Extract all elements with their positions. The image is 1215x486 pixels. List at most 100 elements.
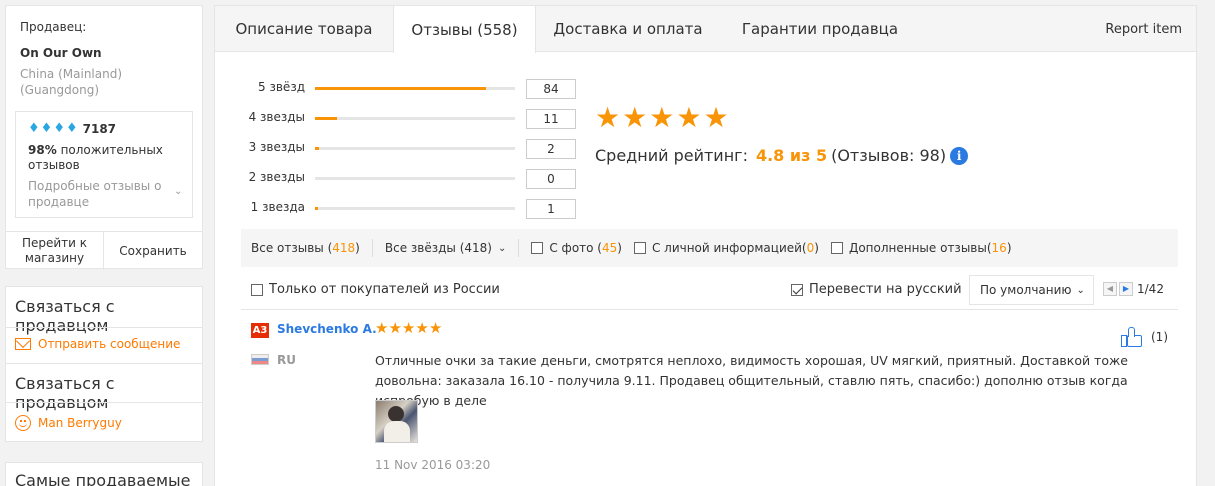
rating-count: 2 — [526, 139, 576, 159]
tab-reviews[interactable]: Отзывы (558) — [393, 6, 536, 53]
close-paren: ) — [1006, 241, 1012, 255]
rating-count: 1 — [526, 199, 576, 219]
filter-with-photo[interactable]: С фото (45) — [531, 241, 622, 255]
filter-all-reviews[interactable]: Все отзывы (418) — [251, 241, 360, 255]
reviewer-country: RU — [277, 353, 296, 367]
seller-feedback-link[interactable]: Подробные отзывы о продавце — [28, 178, 173, 210]
star-icon: ★ — [622, 101, 648, 134]
review-stars: ★ ★ ★ ★ ★ — [375, 319, 442, 337]
review-photo[interactable] — [375, 400, 418, 443]
filter-stars-dropdown[interactable]: Все звёзды (418) ⌄ — [385, 241, 507, 255]
checkbox[interactable] — [531, 242, 544, 254]
send-message-link[interactable]: Отправить сообщение — [15, 337, 180, 351]
filter-personal-info[interactable]: С личной информацией(0) — [633, 241, 819, 255]
rating-bar — [315, 147, 515, 150]
divider — [371, 239, 373, 257]
checkbox[interactable] — [251, 283, 263, 296]
star-icon: ★ — [676, 101, 702, 134]
tab-shipping[interactable]: Доставка и оплата — [536, 6, 720, 52]
tab-guarantees[interactable]: Гарантии продавца — [720, 6, 920, 52]
rating-row-label: 3 звезды — [248, 140, 305, 154]
rating-row-label: 4 звезды — [248, 110, 305, 124]
filter-photo-label: С фото ( — [549, 241, 602, 255]
average-rating: Средний рейтинг: 4.8 из 5 (Отзывов: 98) … — [595, 146, 969, 165]
star-icon: ★ — [428, 319, 443, 337]
rating-bar-fill — [315, 87, 487, 90]
reviewer-name[interactable]: Shevchenko A. — [277, 322, 377, 336]
average-label: Средний рейтинг: — [595, 146, 748, 165]
divider — [518, 239, 520, 257]
seller-actions: Перейти к магазину Сохранить — [6, 231, 202, 270]
close-paren: ) — [355, 241, 360, 255]
pagination: ◀ ▶ 1/42 — [1103, 282, 1164, 296]
rating-bar — [315, 87, 515, 90]
next-page-button[interactable]: ▶ — [1119, 282, 1133, 296]
filter-supplemented[interactable]: Дополненные отзывы(16) — [830, 241, 1012, 255]
review-options: Только от покупателей из России Перевест… — [241, 274, 1178, 310]
report-item-link[interactable]: Report item — [1105, 6, 1182, 52]
contact-person-link[interactable]: Man Berryguy — [15, 415, 122, 431]
filter-stars-label: Все звёзды (418) — [384, 241, 492, 255]
helpful-button[interactable]: (1) — [1121, 327, 1168, 347]
diamond-icon: ♦ — [65, 121, 78, 136]
rating-row-label: 2 звезды — [248, 170, 305, 184]
star-icon: ★ — [401, 319, 416, 337]
star-icon: ★ — [595, 101, 621, 134]
rating-bar-fill — [315, 147, 319, 150]
bestsellers-title: Самые продаваемые — [15, 471, 191, 486]
checkbox[interactable] — [791, 283, 803, 296]
seller-label: Продавец: — [20, 20, 87, 34]
flag-icon — [251, 354, 269, 365]
filter-supplemented-label: Дополненные отзывы( — [848, 241, 992, 255]
average-stars: ★ ★ ★ ★ ★ — [595, 103, 731, 133]
sort-value: По умолчанию — [980, 283, 1072, 297]
close-paren: ) — [617, 241, 622, 255]
russia-only-label: Только от покупателей из России — [269, 282, 500, 297]
rating-count: 11 — [526, 109, 576, 129]
star-icon: ★ — [375, 319, 389, 337]
tab-description[interactable]: Описание товара — [215, 6, 393, 52]
contact-title: Связаться с продавцом — [15, 297, 115, 335]
filter-personal-label: С личной информацией( — [651, 241, 807, 255]
reviews-panel: Описание товара Отзывы (558) Доставка и … — [214, 5, 1197, 486]
sort-dropdown[interactable]: По умолчанию ⌄ — [969, 275, 1094, 305]
checkbox[interactable] — [633, 242, 646, 254]
rating-row-label: 5 звёзд — [258, 80, 305, 94]
star-icon: ★ — [388, 319, 402, 337]
seller-location: China (Mainland) (Guangdong) — [20, 67, 123, 97]
go-to-store-button[interactable]: Перейти к магазину — [6, 232, 104, 270]
send-message-label: Отправить сообщение — [38, 337, 181, 351]
seller-name[interactable]: On Our Own — [20, 46, 102, 60]
diamond-icon: ♦ — [53, 121, 65, 136]
russia-only-filter[interactable]: Только от покупателей из России — [251, 282, 500, 297]
average-value: 4.8 из 5 — [755, 146, 828, 165]
filter-all-count: 418 — [332, 241, 356, 255]
save-store-button[interactable]: Сохранить — [104, 232, 202, 270]
positive-percent: 98% — [28, 143, 57, 157]
product-tabs: Описание товара Отзывы (558) Доставка и … — [215, 6, 1196, 53]
divider — [6, 363, 202, 364]
divider — [6, 402, 202, 403]
checkbox[interactable] — [830, 242, 843, 254]
rating-bar — [315, 207, 515, 210]
filter-bar: Все отзывы (418) Все звёзды (418) ⌄ С фо… — [241, 229, 1178, 267]
review-count: (Отзывов: 98) — [831, 146, 947, 165]
prev-page-button[interactable]: ◀ — [1103, 282, 1117, 296]
chevron-down-icon[interactable]: ⌄ — [174, 186, 182, 197]
page-indicator: 1/42 — [1137, 282, 1164, 296]
rating-bar-fill — [315, 117, 338, 120]
close-paren: ) — [814, 241, 819, 255]
divider — [6, 327, 202, 328]
diamond-icon: ♦ — [28, 121, 40, 136]
review-date: 11 Nov 2016 03:20 — [375, 458, 491, 472]
review-text: Отличные очки за такие деньги, смотрятся… — [375, 353, 1128, 408]
translate-toggle[interactable]: Перевести на русский — [791, 282, 962, 297]
bestsellers-card: Самые продаваемые — [5, 462, 203, 486]
contact-card: Связаться с продавцом Отправить сообщени… — [5, 286, 203, 442]
contact-title: Связаться с продавцом — [15, 374, 115, 412]
translate-label: Перевести на русский — [809, 282, 962, 297]
chevron-down-icon: ⌄ — [497, 242, 507, 254]
filter-supplemented-count: 16 — [991, 241, 1007, 255]
info-icon[interactable]: i — [950, 146, 969, 165]
seller-card: Продавец: On Our Own China (Mainland) (G… — [5, 5, 203, 270]
